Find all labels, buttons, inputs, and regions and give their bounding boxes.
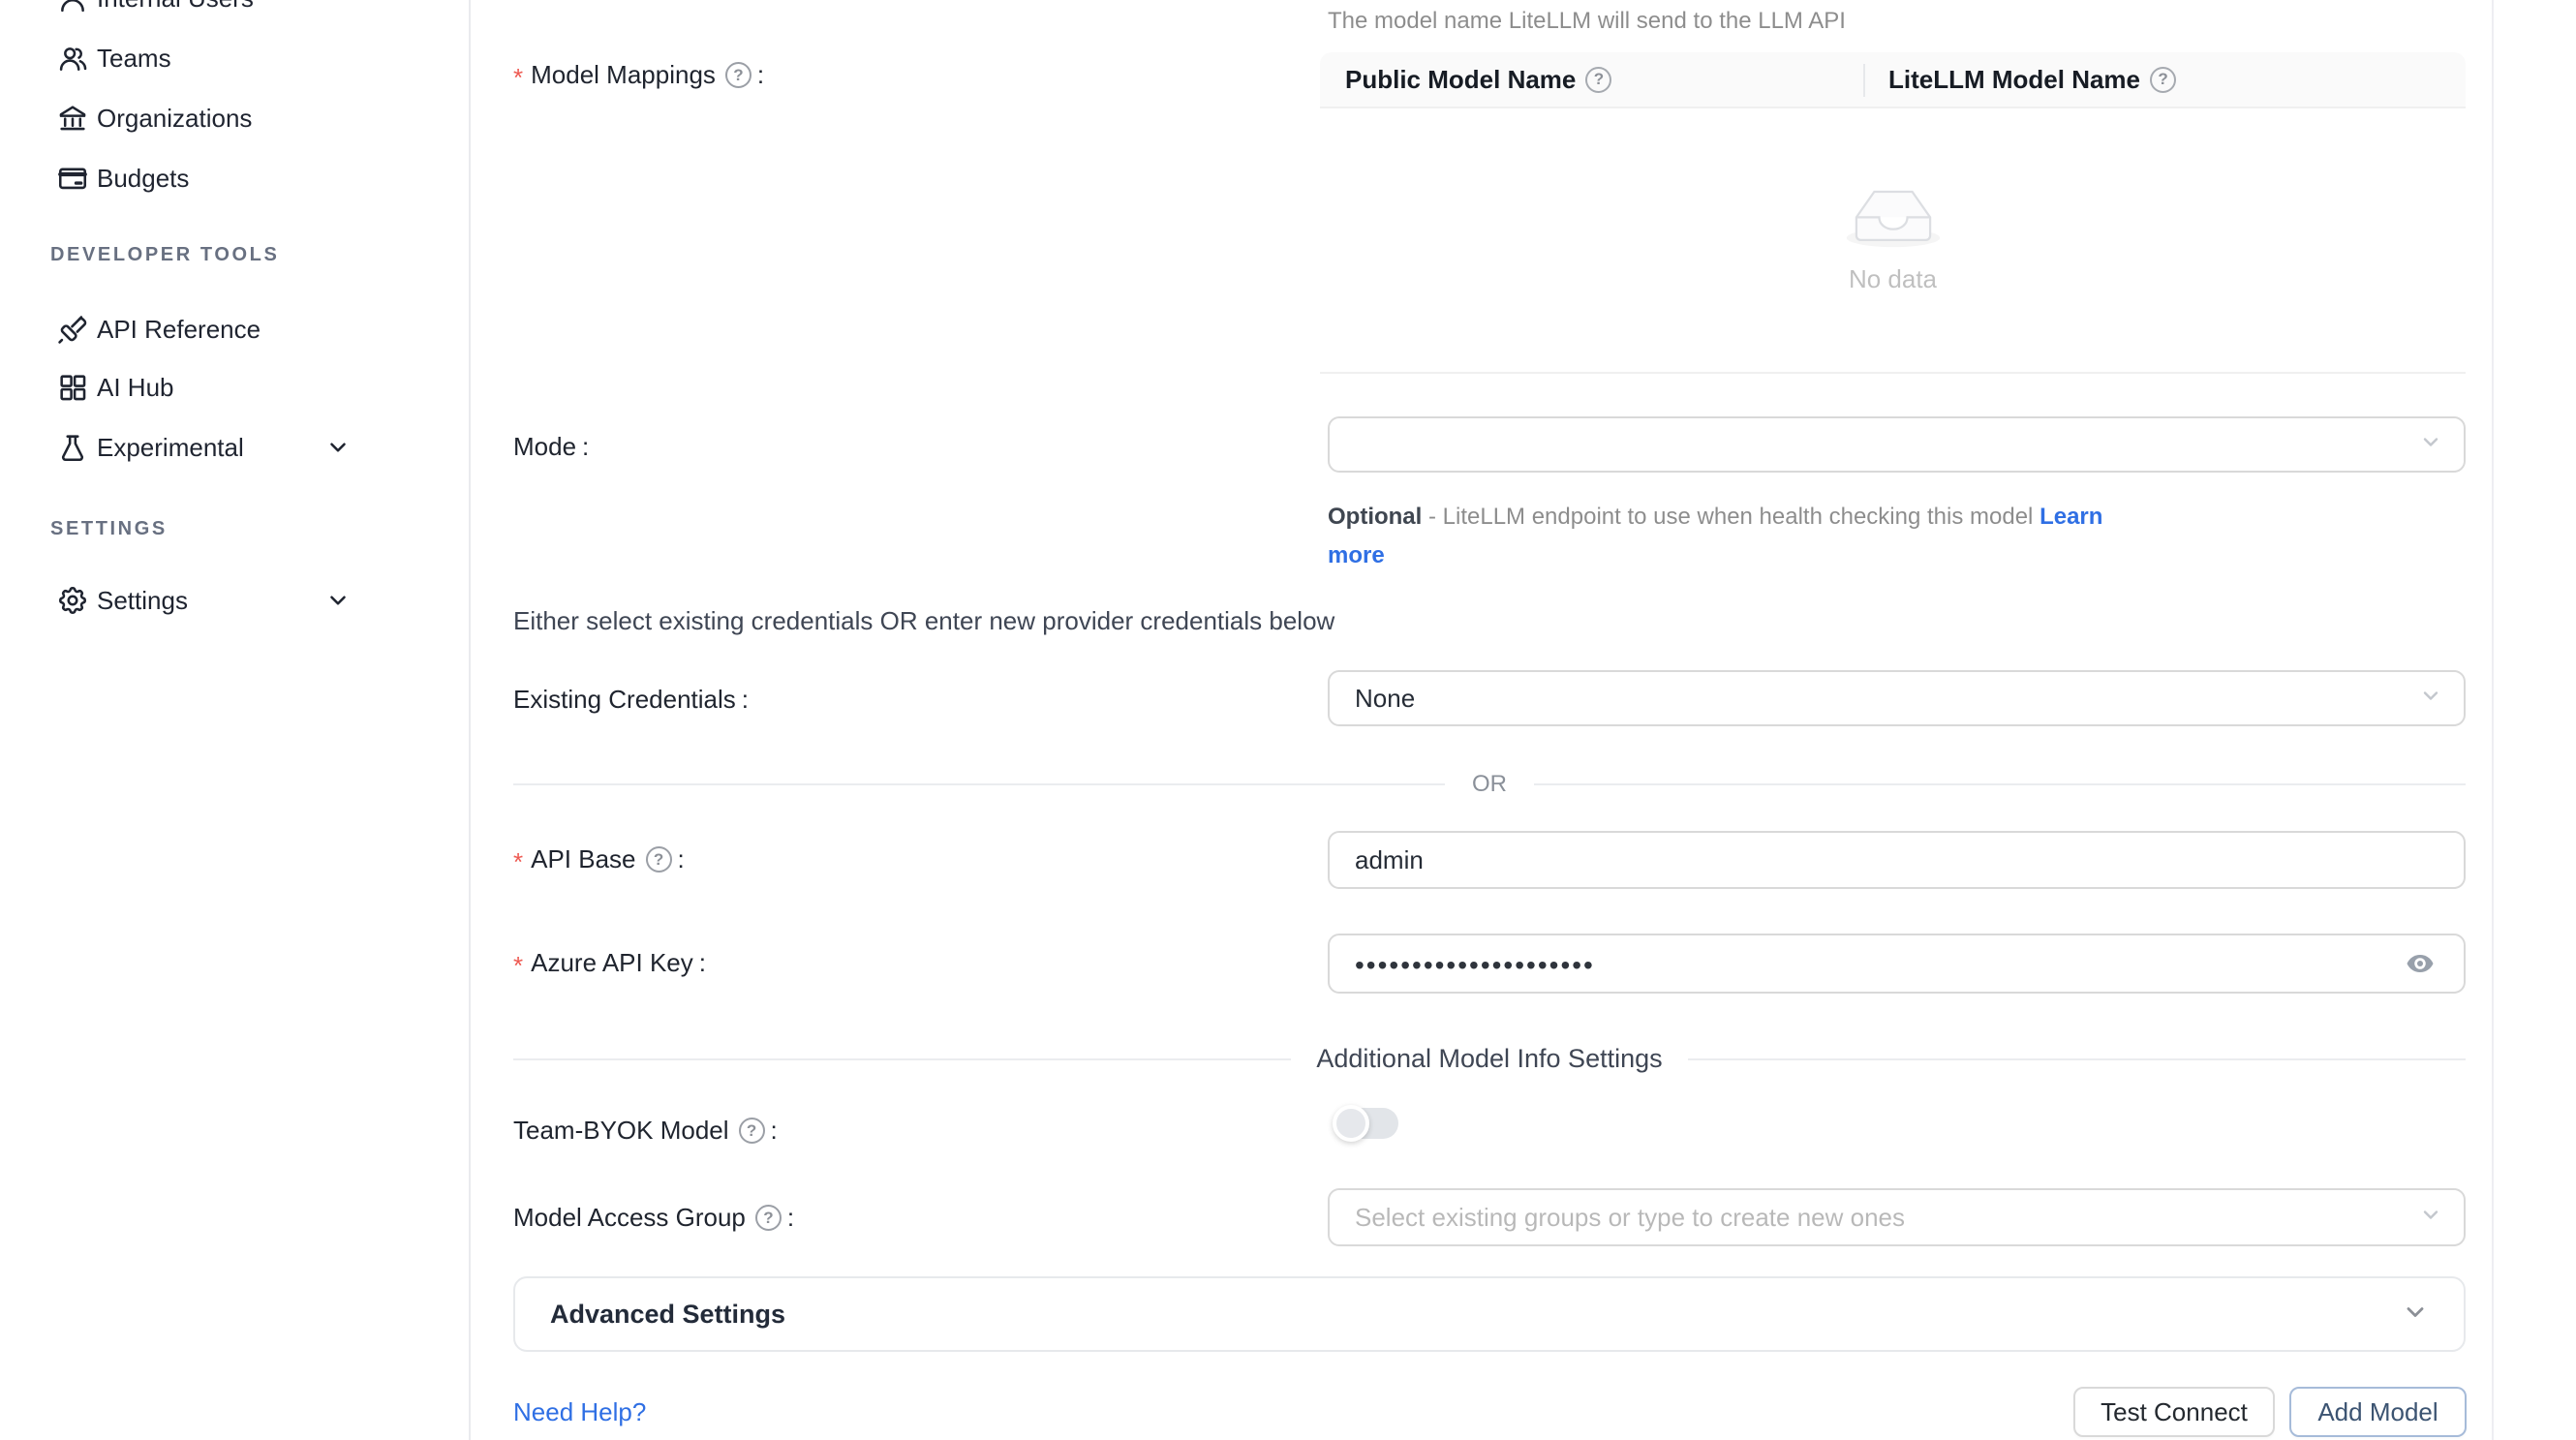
- help-icon[interactable]: ?: [646, 846, 672, 873]
- team-byok-toggle[interactable]: [1334, 1108, 1398, 1139]
- table-header-row: Public Model Name ? LiteLLM Model Name ?: [1320, 52, 2466, 108]
- chevron-down-icon: [2419, 431, 2442, 459]
- model-name-helper-text: The model name LiteLLM will send to the …: [1328, 8, 1846, 35]
- required-asterisk: *: [513, 847, 523, 877]
- help-icon[interactable]: ?: [2150, 67, 2176, 93]
- need-help-link[interactable]: Need Help?: [513, 1397, 646, 1427]
- column-divider: [1863, 64, 1865, 97]
- help-icon[interactable]: ?: [1585, 67, 1611, 93]
- sidebar-item-ai-hub[interactable]: AI Hub: [0, 357, 471, 417]
- required-asterisk: *: [513, 63, 523, 93]
- experiment-flask-icon: [56, 431, 89, 464]
- sidebar-item-teams[interactable]: Teams: [0, 28, 471, 88]
- masked-password-value: •••••••••••••••••••••: [1355, 950, 1595, 981]
- sidebar-item-organizations[interactable]: Organizations: [0, 88, 471, 148]
- chevron-down-icon: [2419, 685, 2442, 713]
- credentials-note: Either select existing credentials OR en…: [513, 606, 1334, 636]
- help-icon[interactable]: ?: [755, 1205, 782, 1231]
- add-model-form: The model name LiteLLM will send to the …: [471, 0, 2576, 1440]
- api-base-label: * API Base ? :: [513, 844, 685, 874]
- chevron-down-icon: [2402, 1299, 2429, 1331]
- appstore-grid-icon: [56, 371, 89, 404]
- api-base-input[interactable]: admin: [1328, 831, 2466, 889]
- help-icon[interactable]: ?: [739, 1118, 765, 1144]
- column-header-public-model-name: Public Model Name ?: [1320, 65, 1863, 95]
- bank-icon: [56, 102, 89, 135]
- sidebar-item-label: API Reference: [97, 315, 261, 345]
- sidebar-item-label: AI Hub: [97, 373, 174, 403]
- credit-card-icon: [56, 162, 89, 195]
- empty-inbox-icon: [1839, 178, 1947, 255]
- team-icon: [56, 42, 89, 75]
- sidebar-item-label: Organizations: [97, 104, 252, 134]
- sidebar-item-label: Budgets: [97, 164, 189, 194]
- gear-icon: [56, 584, 89, 617]
- toggle-knob: [1333, 1105, 1369, 1142]
- sidebar: Internal Users Teams Organizations Budge…: [0, 0, 471, 1440]
- column-header-litellm-model-name: LiteLLM Model Name ?: [1863, 65, 2176, 95]
- sidebar-item-label: Teams: [97, 44, 171, 74]
- or-divider: OR: [513, 771, 2466, 798]
- api-plug-icon: [56, 313, 89, 346]
- test-connect-button[interactable]: Test Connect: [2073, 1387, 2275, 1437]
- add-model-page: Internal Users Teams Organizations Budge…: [0, 0, 2576, 1440]
- required-asterisk: *: [513, 951, 523, 981]
- existing-credentials-select[interactable]: None: [1328, 670, 2466, 726]
- eye-icon[interactable]: [2402, 949, 2440, 978]
- sidebar-item-label: Internal Users: [97, 0, 254, 14]
- sidebar-item-label: Experimental: [97, 433, 244, 463]
- existing-credentials-label: Existing Credentials :: [513, 685, 749, 715]
- sidebar-item-label: Settings: [97, 586, 188, 616]
- advanced-settings-panel[interactable]: Advanced Settings: [513, 1276, 2466, 1352]
- table-empty-state: No data: [1320, 108, 2466, 374]
- mode-label: Mode :: [513, 432, 589, 462]
- sidebar-item-internal-users[interactable]: Internal Users: [0, 0, 471, 28]
- sidebar-item-api-reference[interactable]: API Reference: [0, 299, 471, 359]
- no-data-text: No data: [1849, 264, 1937, 294]
- model-access-group-select[interactable]: Select existing groups or type to create…: [1328, 1188, 2466, 1246]
- chevron-down-icon: [2419, 1204, 2442, 1232]
- sidebar-section-developer-tools: DEVELOPER TOOLS: [50, 244, 279, 266]
- model-mappings-table: Public Model Name ? LiteLLM Model Name ?: [1320, 52, 2466, 374]
- user-icon: [56, 0, 89, 15]
- add-model-button[interactable]: Add Model: [2289, 1387, 2467, 1437]
- mode-help-text: Optional - LiteLLM endpoint to use when …: [1328, 498, 2141, 575]
- sidebar-section-settings: SETTINGS: [50, 518, 168, 540]
- sidebar-item-settings[interactable]: Settings: [0, 570, 471, 630]
- azure-api-key-input[interactable]: •••••••••••••••••••••: [1328, 934, 2466, 994]
- sidebar-item-budgets[interactable]: Budgets: [0, 148, 471, 208]
- sidebar-item-experimental[interactable]: Experimental: [0, 417, 471, 477]
- chevron-down-icon: [325, 588, 351, 613]
- team-byok-label: Team-BYOK Model ? :: [513, 1116, 778, 1146]
- mode-select[interactable]: [1328, 416, 2466, 473]
- model-access-group-label: Model Access Group ? :: [513, 1203, 794, 1233]
- right-panel-divider: [2492, 0, 2494, 1440]
- model-mappings-label: * Model Mappings ? :: [513, 60, 764, 90]
- additional-model-info-divider: Additional Model Info Settings: [513, 1044, 2466, 1074]
- azure-api-key-label: * Azure API Key :: [513, 948, 706, 978]
- help-icon[interactable]: ?: [725, 62, 751, 88]
- chevron-down-icon: [325, 435, 351, 460]
